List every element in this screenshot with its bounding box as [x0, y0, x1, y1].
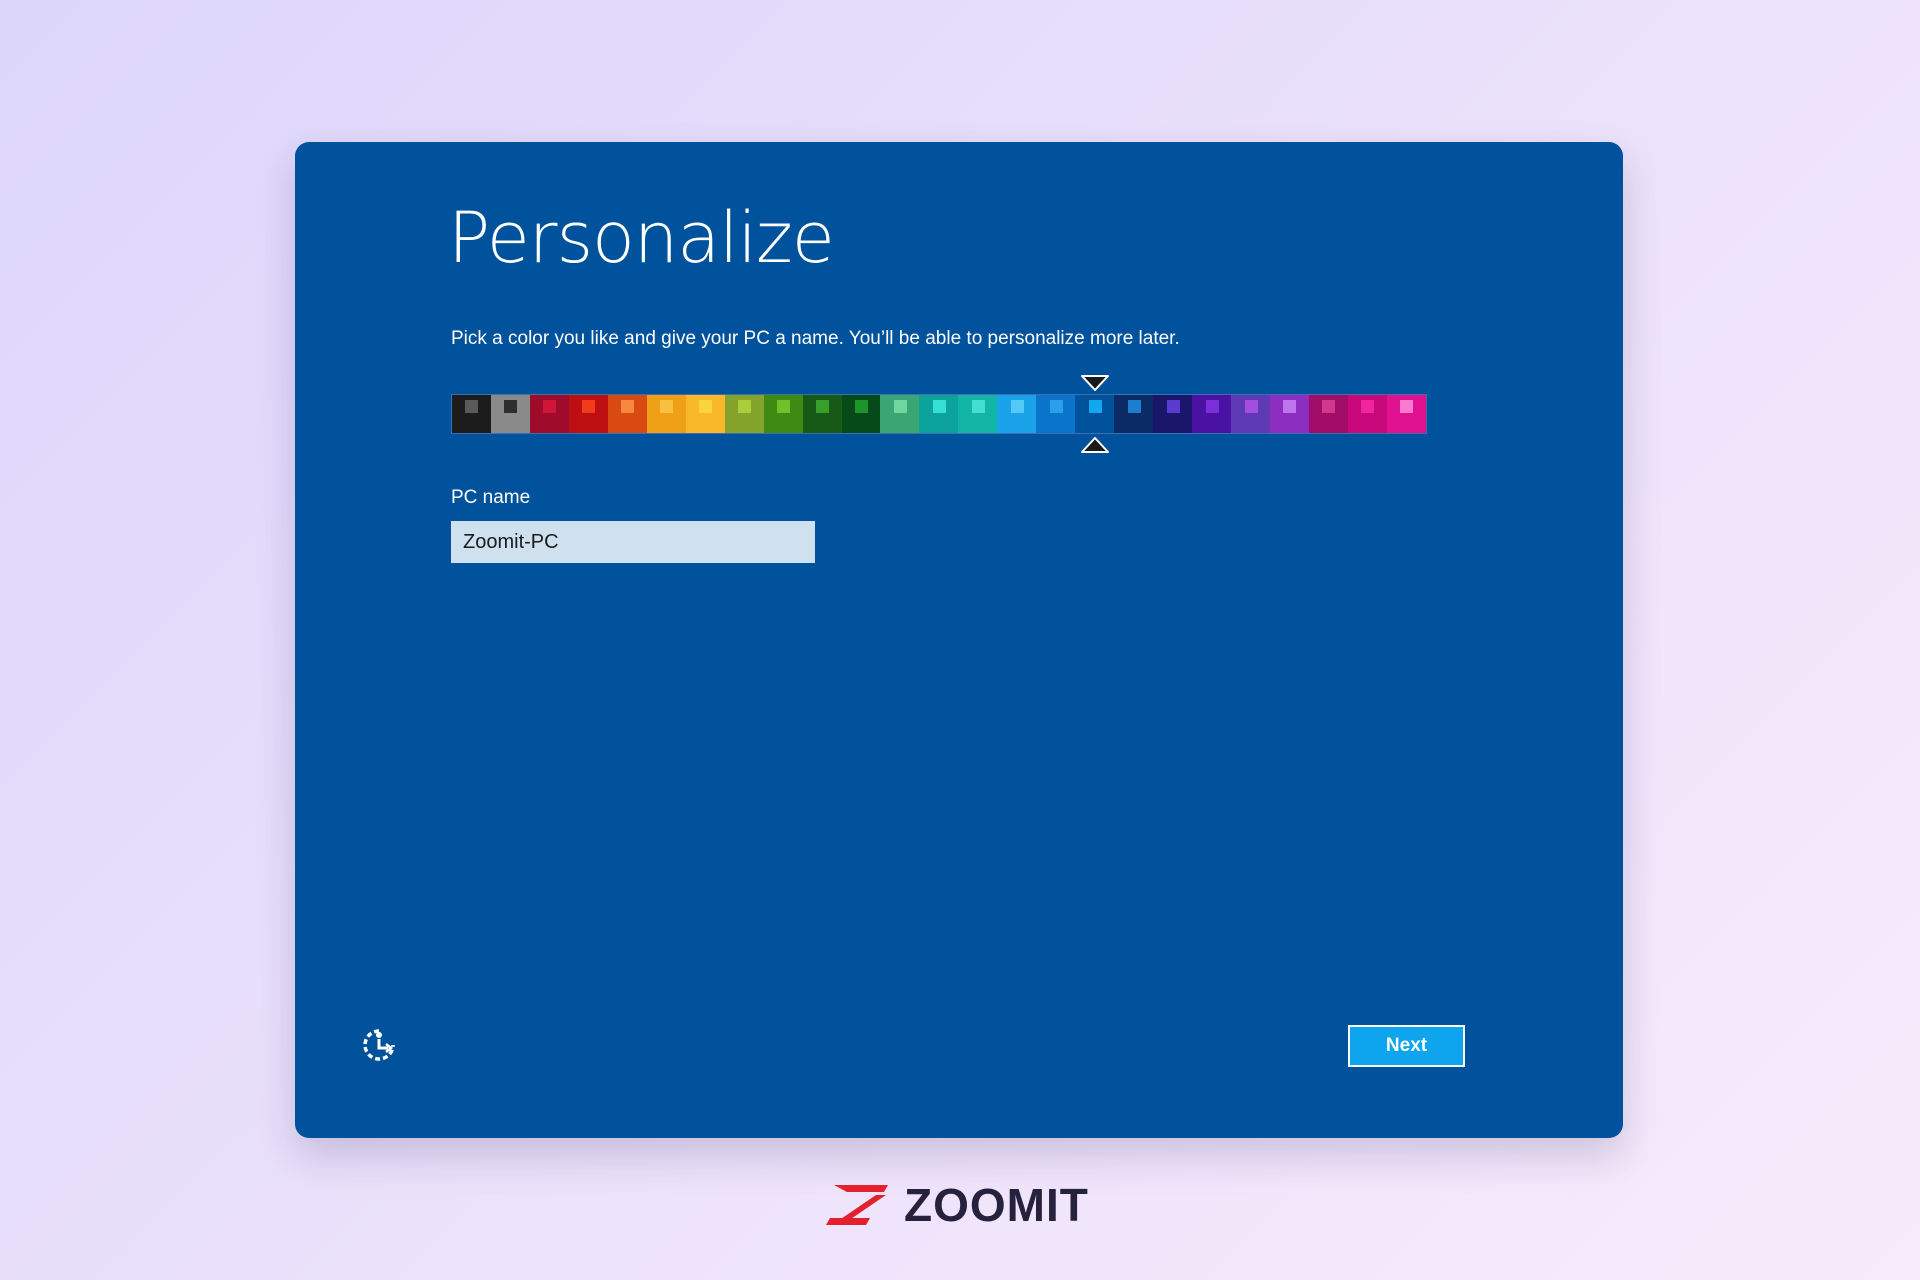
- swatch-accent: [1010, 400, 1024, 413]
- swatch-accent: [855, 400, 868, 413]
- swatch-accent: [1361, 400, 1375, 413]
- zoomit-brand: ZOOMIT: [826, 1180, 1089, 1230]
- color-swatch[interactable]: [1075, 395, 1115, 433]
- color-swatch[interactable]: [763, 395, 803, 433]
- color-swatch[interactable]: [685, 395, 725, 433]
- color-palette: [451, 394, 1427, 434]
- color-swatch[interactable]: [1270, 395, 1309, 433]
- color-swatch[interactable]: [1308, 395, 1348, 433]
- color-swatch[interactable]: [841, 395, 881, 433]
- swatch-accent: [660, 400, 674, 413]
- color-swatch[interactable]: [607, 395, 647, 433]
- color-swatch[interactable]: [724, 395, 764, 433]
- color-swatch[interactable]: [1036, 395, 1076, 433]
- color-picker: [451, 374, 1427, 464]
- swatch-accent: [1049, 400, 1063, 413]
- color-swatch[interactable]: [1347, 395, 1387, 433]
- swatch-accent: [1244, 400, 1258, 413]
- swatch-accent: [1127, 400, 1141, 413]
- swatch-accent: [738, 400, 752, 413]
- pc-name-label: PC name: [451, 487, 531, 508]
- swatch-accent: [816, 400, 830, 413]
- color-swatch[interactable]: [1192, 395, 1232, 433]
- swatch-accent: [1166, 400, 1180, 413]
- swatch-accent: [893, 400, 907, 413]
- swatch-accent: [465, 400, 479, 413]
- swatch-accent: [1322, 400, 1336, 413]
- color-swatch[interactable]: [646, 395, 686, 433]
- color-swatch[interactable]: [880, 395, 920, 433]
- color-swatch[interactable]: [919, 395, 959, 433]
- swatch-accent: [1400, 400, 1414, 413]
- triangle-up-icon: [1081, 437, 1110, 453]
- color-swatch[interactable]: [1114, 395, 1154, 433]
- swatch-accent: [699, 400, 713, 413]
- color-swatch[interactable]: [529, 395, 569, 433]
- zoomit-logo-icon: [826, 1185, 888, 1225]
- next-button[interactable]: Next: [1348, 1025, 1465, 1067]
- pc-name-input[interactable]: [451, 521, 815, 563]
- color-swatch[interactable]: [568, 395, 608, 433]
- swatch-accent: [1205, 400, 1219, 413]
- color-swatch[interactable]: [1153, 395, 1193, 433]
- swatch-accent: [971, 400, 985, 413]
- ease-of-access-icon[interactable]: [361, 1027, 397, 1063]
- color-swatch[interactable]: [997, 395, 1037, 433]
- color-swatch[interactable]: [490, 395, 530, 433]
- page-subtitle: Pick a color you like and give your PC a…: [451, 328, 1180, 349]
- swatch-accent: [932, 400, 946, 413]
- swatch-accent: [543, 400, 557, 413]
- color-swatch[interactable]: [802, 395, 842, 433]
- swatch-accent: [1283, 400, 1297, 413]
- color-swatch[interactable]: [1386, 395, 1426, 433]
- color-swatch[interactable]: [1231, 395, 1271, 433]
- color-swatch[interactable]: [452, 395, 491, 433]
- swatch-accent: [1088, 400, 1102, 413]
- swatch-accent: [582, 400, 596, 413]
- brand-name: ZOOMIT: [904, 1179, 1089, 1231]
- swatch-accent: [504, 400, 518, 413]
- page-title: Personalize: [448, 197, 835, 279]
- setup-window: Personalize Pick a color you like and gi…: [295, 142, 1623, 1138]
- color-swatch[interactable]: [958, 395, 998, 433]
- swatch-accent: [777, 400, 791, 413]
- triangle-down-icon: [1081, 375, 1110, 391]
- swatch-accent: [621, 400, 635, 413]
